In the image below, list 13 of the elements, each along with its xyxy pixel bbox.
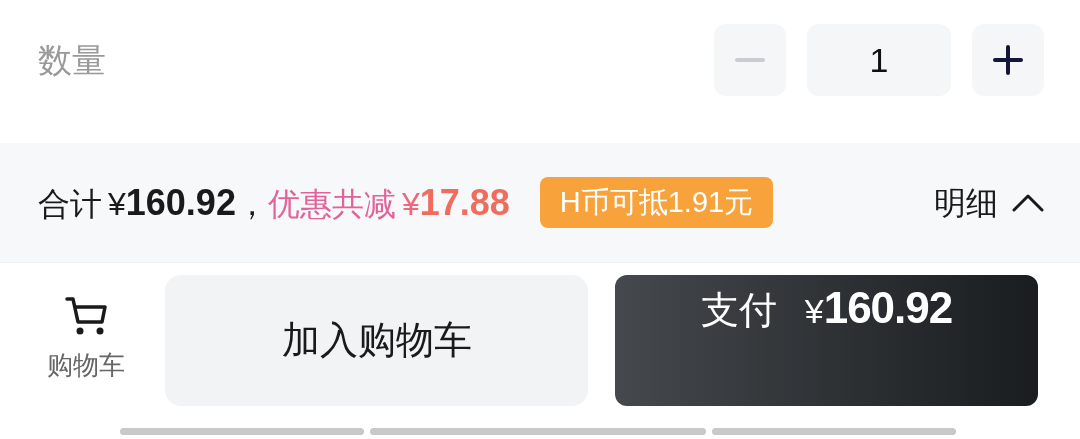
add-to-cart-button[interactable]: 加入购物车 (165, 274, 588, 406)
quantity-label: 数量 (38, 39, 106, 81)
discount-text: 优惠共减 ¥17.88 (267, 180, 510, 225)
details-toggle[interactable]: 明细 (934, 178, 1044, 227)
quantity-field[interactable]: 1 (807, 24, 951, 96)
coin-badge: H币可抵1.91元 (539, 177, 774, 228)
plus-icon (993, 45, 1023, 75)
total-text: 合计 ¥160.92， (38, 180, 268, 225)
cart-label[interactable]: 购物车 (47, 345, 125, 385)
minus-icon (735, 58, 765, 62)
cart-icon[interactable] (64, 295, 108, 336)
pay-button[interactable]: 支付 ¥160.92 (615, 274, 1038, 406)
increase-button[interactable] (972, 24, 1044, 96)
